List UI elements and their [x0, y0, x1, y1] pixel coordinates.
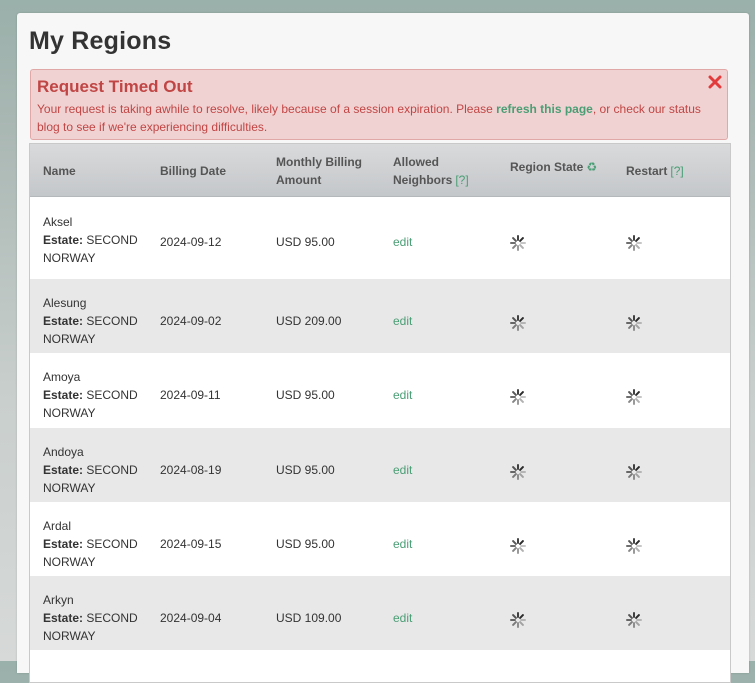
region-state-spinner-icon: [510, 537, 526, 554]
estate-name: SECOND: [86, 233, 138, 247]
estate-name-line2: NORWAY: [43, 406, 96, 421]
region-name: Amoya: [43, 370, 81, 385]
estate-name-line2: NORWAY: [43, 480, 96, 495]
restart-help-link[interactable]: [?]: [670, 162, 683, 180]
neighbors-help-link[interactable]: [?]: [455, 173, 468, 187]
header-allowed-neighbors: Allowed Neighbors [?]: [393, 144, 503, 197]
header-monthly-billing: Monthly Billing Amount: [276, 144, 386, 197]
region-name-cell: Alesung Estate: SECOND NORWAY: [43, 294, 153, 348]
region-state-spinner-icon: [510, 463, 526, 480]
header-monthly-line2: Amount: [276, 172, 322, 187]
billing-date: 2024-09-02: [160, 314, 222, 328]
region-state-spinner-icon: [510, 612, 526, 629]
billing-date: 2024-09-11: [160, 388, 221, 403]
estate-label: Estate:: [43, 611, 84, 626]
edit-neighbors-link[interactable]: edit: [393, 535, 412, 553]
header-restart-label: Restart: [626, 163, 668, 178]
billing-amount: USD 95.00: [276, 235, 335, 249]
restart-spinner-icon: [626, 612, 642, 629]
estate-label: Estate:: [43, 388, 84, 403]
billing-date: 2024-09-12: [160, 235, 222, 249]
table-row: Arkyn Estate: SECOND NORWAY 2024-09-04 USD 1…: [30, 576, 730, 651]
region-name-cell: Andoya Estate: SECOND NORWAY: [43, 443, 153, 497]
alert-title: Request Timed Out: [37, 77, 193, 96]
header-neighbors-line2: Neighbors: [393, 172, 453, 187]
alert-message: Your request is taking awhile to resolve…: [37, 100, 719, 136]
header-neighbors-line1: Allowed: [393, 154, 440, 169]
estate-name-line2: NORWAY: [43, 332, 96, 346]
restart-spinner-icon: [626, 389, 642, 406]
billing-amount: USD 95.00: [276, 462, 335, 477]
estate-label: Estate:: [43, 536, 84, 551]
header-billing-date: Billing Date: [160, 163, 227, 178]
alert-text-before: Your request is taking awhile to resolve…: [37, 102, 497, 116]
table-row: Andoya Estate: SECOND NORWAY 2024-08-19 USD …: [30, 427, 730, 502]
table-row: Alesung Estate: SECOND NORWAY 2024-09-02 USD…: [30, 279, 730, 354]
estate-label: Estate:: [43, 462, 84, 477]
regions-panel: My Regions Request Timed Out Your reques…: [17, 13, 749, 683]
estate-name-line2: NORWAY: [43, 554, 96, 569]
region-name-cell: Arkyn Estate: SECOND NORWAY: [43, 591, 153, 645]
billing-date: 2024-09-15: [160, 536, 222, 551]
estate-name: SECOND: [86, 536, 138, 551]
estate-name-line2: NORWAY: [43, 629, 96, 644]
table-header: Name Billing Date Monthly Billing Amount …: [30, 144, 730, 197]
estate-name: SECOND: [86, 462, 138, 477]
close-icon[interactable]: [708, 75, 722, 89]
estate-label: Estate:: [43, 233, 84, 247]
restart-spinner-icon: [626, 537, 642, 554]
region-name: Andoya: [43, 444, 84, 459]
estate-name-line2: NORWAY: [43, 251, 96, 265]
region-state-spinner-icon: [510, 235, 526, 251]
region-name-cell: Aksel Estate: SECOND NORWAY: [43, 213, 153, 267]
edit-neighbors-link[interactable]: edit: [393, 386, 412, 404]
regions-table: Name Billing Date Monthly Billing Amount …: [29, 143, 731, 683]
estate-name: SECOND: [86, 314, 138, 328]
estate-name: SECOND: [86, 611, 138, 626]
page-title: My Regions: [29, 27, 172, 55]
billing-date: 2024-09-04: [160, 611, 222, 626]
table-row: Amoya Estate: SECOND NORWAY 2024-09-11 USD 9…: [30, 353, 730, 427]
region-name-cell: Amoya Estate: SECOND NORWAY: [43, 368, 153, 422]
restart-spinner-icon: [626, 315, 642, 331]
edit-neighbors-link[interactable]: edit: [393, 609, 412, 627]
billing-amount: USD 209.00: [276, 314, 342, 328]
timeout-alert: Request Timed Out Your request is taking…: [30, 69, 728, 140]
estate-name: SECOND: [86, 388, 138, 403]
region-name: Alesung: [43, 296, 87, 310]
restart-spinner-icon: [626, 463, 642, 480]
billing-date: 2024-08-19: [160, 462, 222, 477]
refresh-page-link[interactable]: refresh this page: [496, 102, 593, 116]
region-state-spinner-icon: [510, 389, 526, 406]
table-row: Ardal Estate: SECOND NORWAY 2024-09-15 USD 9…: [30, 502, 730, 576]
header-region-state-label: Region State: [510, 159, 584, 174]
region-name: Aksel: [43, 215, 73, 229]
region-state-spinner-icon: [510, 315, 526, 331]
header-region-state: Region State ♻: [510, 144, 620, 193]
estate-label: Estate:: [43, 314, 84, 328]
header-monthly-line1: Monthly Billing: [276, 154, 362, 169]
edit-neighbors-link[interactable]: edit: [393, 461, 412, 479]
edit-neighbors-link[interactable]: edit: [393, 233, 412, 251]
restart-spinner-icon: [626, 235, 642, 251]
region-name: Arkyn: [43, 593, 74, 608]
region-name-cell: Ardal Estate: SECOND NORWAY: [43, 517, 153, 571]
billing-amount: USD 95.00: [276, 388, 335, 403]
region-name: Ardal: [43, 518, 72, 533]
header-name: Name: [43, 163, 76, 178]
refresh-state-icon[interactable]: ♻: [586, 158, 597, 176]
table-body: Aksel Estate: SECOND NORWAY 2024-09-12 USD 9…: [30, 197, 730, 651]
billing-amount: USD 109.00: [276, 611, 342, 626]
table-row: Aksel Estate: SECOND NORWAY 2024-09-12 USD 9…: [30, 197, 730, 279]
edit-neighbors-link[interactable]: edit: [393, 312, 412, 330]
header-restart: Restart [?]: [626, 144, 726, 197]
billing-amount: USD 95.00: [276, 536, 335, 551]
